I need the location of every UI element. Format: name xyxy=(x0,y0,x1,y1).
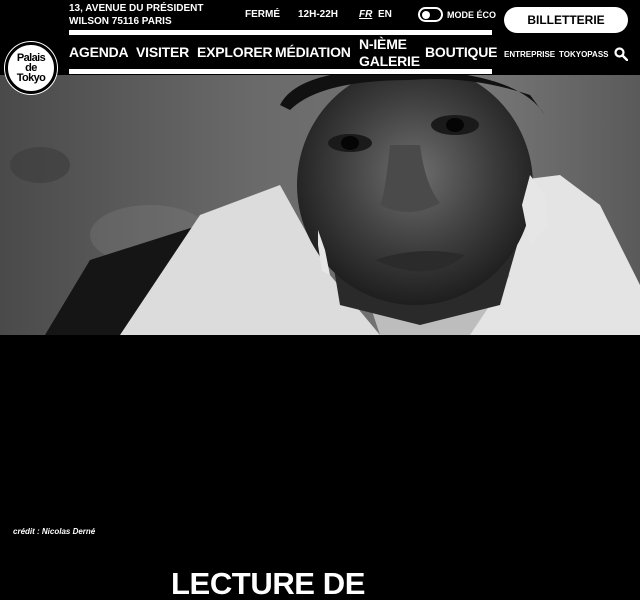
address-line-2: WILSON 75116 PARIS xyxy=(69,16,172,27)
language-en-link[interactable]: EN xyxy=(378,9,392,21)
nav-divider-bottom xyxy=(69,69,492,74)
ticketing-button[interactable]: BILLETTERIE xyxy=(504,7,628,33)
opening-hours: 12H-22H xyxy=(298,9,339,20)
site-header: 13, AVENUE DU PRÉSIDENT WILSON 75116 PAR… xyxy=(0,0,640,75)
language-fr-link[interactable]: FR xyxy=(359,9,372,21)
eco-toggle-knob xyxy=(422,11,430,19)
palais-de-tokyo-logo[interactable]: Palais de Tokyo xyxy=(5,42,57,94)
museum-address: 13, AVENUE DU PRÉSIDENT WILSON 75116 PAR… xyxy=(69,2,203,28)
hero-photo xyxy=(0,75,640,335)
nav-entreprise[interactable]: ENTREPRISE xyxy=(504,50,555,60)
nav-visiter[interactable]: VISITER xyxy=(136,44,189,61)
nav-galerie-line-1: N-IÈME xyxy=(359,36,407,52)
search-icon[interactable] xyxy=(614,47,628,61)
nav-mediation[interactable]: MÉDIATION xyxy=(275,44,351,61)
nav-boutique[interactable]: BOUTIQUE xyxy=(425,44,497,61)
logo-line-3: Tokyo xyxy=(16,72,46,84)
eco-mode-toggle[interactable] xyxy=(418,7,443,22)
portrait-photo xyxy=(0,75,640,335)
address-line-1: 13, AVENUE DU PRÉSIDENT xyxy=(69,3,204,14)
page-title: LECTURE DE xyxy=(171,566,366,600)
nav-n-ieme-galerie[interactable]: N-IÈME GALERIE xyxy=(359,36,420,70)
photo-credit: crédit : Nicolas Derné xyxy=(13,527,96,536)
opening-status: FERMÉ xyxy=(245,9,280,20)
nav-divider-top xyxy=(69,30,492,35)
hero-caption-area xyxy=(0,335,640,600)
nav-tokyopass[interactable]: TOKYOPASS xyxy=(559,50,609,60)
nav-agenda[interactable]: AGENDA xyxy=(69,44,129,61)
nav-galerie-line-2: GALERIE xyxy=(359,53,420,69)
eco-mode-label: MODE ÉCO xyxy=(447,10,497,20)
nav-explorer[interactable]: EXPLORER xyxy=(197,44,273,61)
